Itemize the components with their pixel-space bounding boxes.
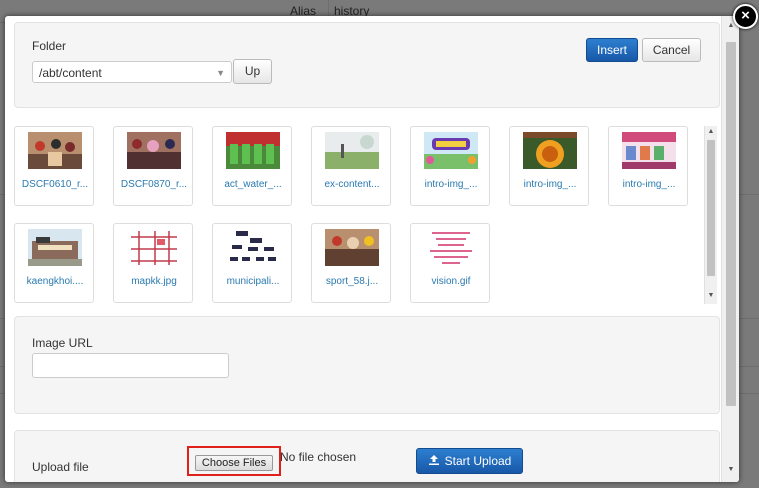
thumbnail-name: vision.gif [431, 276, 471, 287]
banner-orange-icon [523, 132, 577, 169]
no-file-chosen-text: No file chosen [280, 450, 357, 464]
upload-panel: Upload file [14, 430, 720, 482]
photo-building-icon [28, 229, 82, 266]
folder-up-button[interactable]: Up [233, 59, 272, 84]
insert-button[interactable]: Insert [586, 38, 638, 62]
thumbnail-name: act_water_... [224, 179, 282, 190]
thumbnail-item[interactable]: kaengkhoi.... [14, 223, 94, 303]
choose-files-highlight: Choose Files [187, 446, 281, 476]
thumbnail-item[interactable]: mapkk.jpg [113, 223, 193, 303]
banner-pink-icon [622, 132, 676, 169]
upload-icon [428, 455, 439, 465]
photo-crowd-icon [28, 132, 82, 169]
thumbnail-item[interactable]: vision.gif [410, 223, 490, 303]
text-image-pink-icon [424, 229, 478, 266]
modal-scrollbar-thumb[interactable] [726, 42, 736, 406]
thumbnail-name: DSCF0610_r... [21, 179, 89, 190]
cancel-button[interactable]: Cancel [642, 38, 701, 62]
photo-crowd-icon [127, 132, 181, 169]
start-upload-label: Start Upload [444, 454, 512, 468]
thumbnail-name: sport_58.j... [325, 276, 379, 287]
map-diagram-icon [127, 229, 181, 266]
thumbnail-item[interactable]: intro-img_... [608, 126, 688, 206]
image-url-label: Image URL [32, 336, 93, 350]
thumbnail-item[interactable]: ex-content... [311, 126, 391, 206]
thumbnail-item[interactable]: municipali... [212, 223, 292, 303]
thumbnail-item[interactable]: DSCF0870_r... [113, 126, 193, 206]
chevron-down-icon: ▼ [216, 68, 225, 78]
banner-colorful-icon [424, 132, 478, 169]
thumbnail-name: kaengkhoi.... [26, 276, 84, 287]
choose-files-button[interactable]: Choose Files [195, 455, 273, 471]
photo-crowd-icon [325, 229, 379, 266]
close-icon: × [741, 7, 750, 24]
close-button[interactable]: × [733, 4, 758, 29]
thumbnail-name: intro-img_... [424, 179, 478, 190]
scroll-up-icon[interactable]: ▲ [706, 128, 716, 135]
thumbnail-item[interactable]: sport_58.j... [311, 223, 391, 303]
folder-select-value: /abt/content [39, 66, 102, 80]
thumbnail-name: intro-img_... [622, 179, 676, 190]
thumbnail-name: mapkk.jpg [131, 276, 177, 287]
start-upload-button[interactable]: Start Upload [416, 448, 523, 474]
media-manager-modal: Folder /abt/content ▼ Up Insert Cancel D… [5, 16, 739, 482]
thumbnail-item[interactable]: intro-img_... [509, 126, 589, 206]
thumbnail-name: DSCF0870_r... [120, 179, 188, 190]
thumbnail-name: intro-img_... [523, 179, 577, 190]
photo-group-green-icon [226, 132, 280, 169]
scroll-down-icon[interactable]: ▼ [706, 292, 716, 299]
thumbnail-name: ex-content... [324, 179, 380, 190]
folder-label: Folder [32, 39, 67, 53]
upload-file-label: Upload file [32, 460, 89, 474]
thumbnail-item[interactable]: DSCF0610_r... [14, 126, 94, 206]
thumbnail-scrollbar[interactable]: ▲ ▼ [704, 126, 717, 304]
org-chart-icon [226, 229, 280, 266]
thumbnail-scrollbar-thumb[interactable] [707, 140, 715, 276]
thumbnail-name: municipali... [226, 276, 280, 287]
thumbnail-item[interactable]: intro-img_... [410, 126, 490, 206]
folder-select[interactable]: /abt/content ▼ [32, 61, 232, 83]
scroll-down-icon[interactable]: ▼ [726, 466, 736, 473]
image-url-input[interactable] [32, 353, 229, 378]
photo-field-icon [325, 132, 379, 169]
modal-scrollbar[interactable]: ▲ ▼ [721, 16, 739, 482]
image-thumbnail-grid: DSCF0610_r... DSCF0870_r... act_water_..… [14, 122, 704, 317]
thumbnail-item[interactable]: act_water_... [212, 126, 292, 206]
folder-panel: Folder /abt/content ▼ Up Insert Cancel [14, 22, 720, 108]
